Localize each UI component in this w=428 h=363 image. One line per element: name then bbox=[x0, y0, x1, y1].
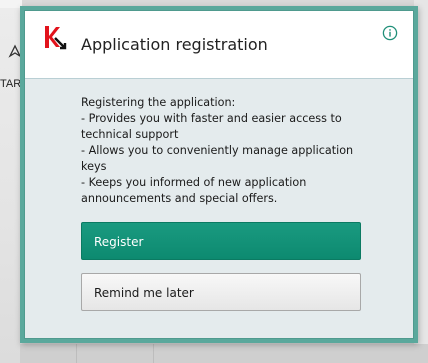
register-button[interactable]: Register bbox=[81, 222, 361, 260]
info-icon[interactable] bbox=[382, 25, 398, 41]
dialog-header: Application registration bbox=[25, 11, 413, 79]
registration-description: Registering the application: - Provides … bbox=[81, 95, 361, 207]
remind-later-button[interactable]: Remind me later bbox=[81, 273, 361, 311]
description-line: - Allows you to conveniently manage appl… bbox=[81, 144, 354, 157]
background-divider bbox=[76, 344, 77, 363]
registration-dialog: Application registration Registering the… bbox=[20, 6, 418, 343]
description-line: announcements and special offers. bbox=[81, 192, 278, 205]
kaspersky-logo-icon bbox=[41, 24, 69, 52]
dialog-body: Application registration Registering the… bbox=[24, 10, 414, 339]
description-line: - Provides you with faster and easier ac… bbox=[81, 112, 342, 125]
dialog-title: Application registration bbox=[81, 35, 268, 54]
background-bottom-bar bbox=[20, 344, 428, 363]
description-line: technical support bbox=[81, 128, 179, 141]
background-strip bbox=[0, 0, 22, 8]
description-line: keys bbox=[81, 160, 107, 173]
background-divider bbox=[153, 344, 154, 363]
background-partial-text: TAR bbox=[0, 78, 22, 90]
description-line: Registering the application: bbox=[81, 96, 236, 109]
description-line: - Keeps you informed of new application bbox=[81, 176, 307, 189]
